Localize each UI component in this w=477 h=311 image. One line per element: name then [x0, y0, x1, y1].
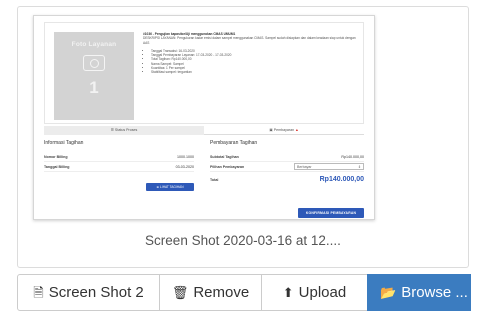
- billing-row-label: Tanggal Billing: [44, 165, 70, 169]
- payment-method-value: Berbayar: [297, 165, 312, 169]
- file-input-toolbar: 🗎 Screen Shot 2 🗑 Remove ⬆ Upload 📂 Brow…: [17, 274, 471, 311]
- remove-label: Remove: [193, 284, 250, 301]
- billing-row-label: Nomor Billing: [44, 155, 68, 159]
- view-invoice-label: LIHAT TAGIHAN: [160, 185, 184, 189]
- payment-method-row: Pilihan Pembayaran Berbayar ⇕: [210, 162, 364, 172]
- tab-status-proses: ☰ Status Proses: [44, 126, 204, 135]
- service-detail-list: Tanggal Transaksi: 16-03-2020 Tanggal Pe…: [143, 49, 357, 75]
- warning-icon: ▲: [295, 128, 299, 132]
- billing-row-value: 03-03-2020: [175, 165, 194, 169]
- view-invoice-button: ⊕ LIHAT TAGIHAN: [146, 183, 194, 191]
- upload-circle-icon: ⬆: [282, 285, 294, 300]
- photo-title: Foto Layanan: [71, 41, 117, 48]
- service-description: DESKRIPSI LAYANAN: Pengukuran kadar emis…: [143, 36, 356, 45]
- inner-tabs: ☰ Status Proses ▣ Pembayaran ▲: [44, 126, 364, 135]
- payment-panel: Pembayaran Tagihan Subtotal Tagihan Rp14…: [210, 140, 364, 218]
- total-label: Total: [210, 178, 219, 182]
- file-preview-card: Foto Layanan 1 #1036 - Pengujian kapasit…: [17, 6, 469, 268]
- subtotal-label: Subtotal Tagihan: [210, 155, 239, 159]
- folder-open-icon: 📂: [380, 285, 397, 300]
- file-caption: Screen Shot 2020-03-16 at 12....: [145, 233, 341, 248]
- file-icon: 🗎: [33, 285, 44, 300]
- billing-info-heading: Informasi Tagihan: [44, 140, 84, 146]
- total-row: Total Rp140.000,00: [210, 172, 364, 188]
- subtotal-value: Rp140.000,00: [341, 155, 364, 159]
- photo-number: 1: [89, 78, 99, 97]
- billing-row-value: 1000.1000: [177, 155, 194, 159]
- service-photo-placeholder: Foto Layanan 1: [54, 32, 134, 120]
- remove-button[interactable]: 🗑 Remove: [159, 274, 262, 311]
- camera-icon: [83, 55, 105, 71]
- tab-pembayaran: ▣ Pembayaran ▲: [204, 126, 364, 135]
- billing-row: Tanggal Billing 03-03-2020: [44, 162, 194, 172]
- browse-button[interactable]: 📂 Browse ...: [367, 274, 471, 311]
- payment-heading: Pembayaran Tagihan: [210, 140, 258, 146]
- billing-info-panel: Informasi Tagihan Nomor Billing 1000.100…: [44, 140, 194, 191]
- detail-item: Stabilitasi sampel: tergantian: [151, 70, 357, 74]
- chevron-updown-icon: ⇕: [357, 165, 361, 169]
- payment-method-select: Berbayar ⇕: [294, 163, 364, 170]
- confirm-payment-button: KONFIRMASI PEMBAYARAN: [298, 208, 364, 218]
- subtotal-row: Subtotal Tagihan Rp140.000,00: [210, 152, 364, 162]
- upload-button[interactable]: ⬆ Upload: [261, 274, 368, 311]
- screenshot-thumbnail: Foto Layanan 1 #1036 - Pengujian kapasit…: [33, 15, 375, 220]
- total-value: Rp140.000,00: [319, 176, 364, 183]
- service-info-box: Foto Layanan 1 #1036 - Pengujian kapasit…: [44, 22, 364, 124]
- tab-status-label: Status Proses: [114, 128, 138, 132]
- service-details: #1036 - Pengujian kapasitor/Uji mengguna…: [143, 32, 357, 75]
- upload-label: Upload: [298, 284, 347, 301]
- filename-label: Screen Shot 2: [48, 284, 144, 301]
- payment-method-label: Pilihan Pembayaran: [210, 164, 245, 169]
- tab-payment-label: Pembayaran: [273, 128, 295, 132]
- trash-icon: 🗑: [171, 285, 189, 300]
- browse-label: Browse ...: [401, 284, 468, 301]
- filename-display[interactable]: 🗎 Screen Shot 2: [17, 274, 160, 311]
- billing-row: Nomor Billing 1000.1000: [44, 152, 194, 162]
